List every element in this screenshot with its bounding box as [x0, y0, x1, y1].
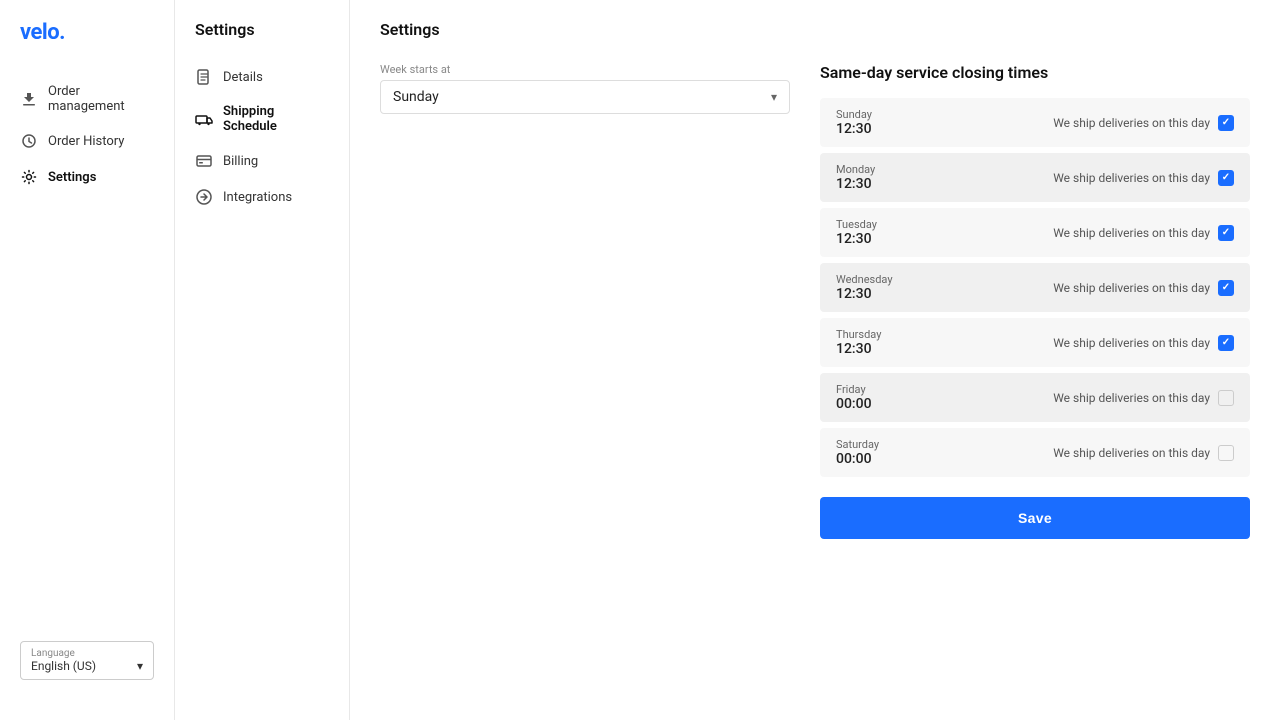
ship-day-checkbox[interactable]	[1218, 115, 1234, 131]
checkbox-label: We ship deliveries on this day	[1053, 171, 1210, 185]
language-selector[interactable]: Language English (US) ▾	[20, 641, 154, 680]
day-time: 12:30	[836, 286, 916, 302]
gear-icon	[20, 168, 38, 186]
ship-day-checkbox[interactable]	[1218, 225, 1234, 241]
sidebar-nav: Order management Order History	[0, 75, 174, 195]
checkbox-wrap: We ship deliveries on this day	[1053, 445, 1234, 461]
truck-icon	[195, 110, 213, 128]
file-icon	[195, 68, 213, 86]
card-icon	[195, 152, 213, 170]
settings-nav-billing-label: Billing	[223, 154, 258, 169]
ship-day-checkbox[interactable]	[1218, 445, 1234, 461]
day-time: 00:00	[836, 451, 916, 467]
day-name: Monday	[836, 163, 916, 176]
schedule-list: Sunday12:30We ship deliveries on this da…	[820, 98, 1250, 477]
day-name: Saturday	[836, 438, 916, 451]
checkbox-wrap: We ship deliveries on this day	[1053, 335, 1234, 351]
day-info: Monday12:30	[836, 163, 916, 192]
settings-nav-item-integrations[interactable]: Integrations	[175, 179, 349, 215]
day-time: 00:00	[836, 396, 916, 412]
sidebar-item-order-history-label: Order History	[48, 134, 124, 149]
settings-nav-item-shipping-schedule[interactable]: Shipping Schedule	[175, 95, 349, 143]
checkbox-wrap: We ship deliveries on this day	[1053, 280, 1234, 296]
ship-day-checkbox[interactable]	[1218, 390, 1234, 406]
schedule-row: Wednesday12:30 We ship deliveries on this…	[820, 263, 1250, 312]
schedule-row: Sunday12:30 We ship deliveries on this da…	[820, 98, 1250, 147]
day-info: Friday00:00	[836, 383, 916, 412]
sidebar-item-settings[interactable]: Settings	[0, 159, 174, 195]
settings-nav-shipping-label: Shipping Schedule	[223, 104, 329, 134]
download-icon	[20, 90, 38, 108]
dropdown-arrow-icon: ▾	[771, 90, 777, 104]
sidebar-footer: Language English (US) ▾	[0, 621, 174, 700]
ship-day-checkbox[interactable]	[1218, 280, 1234, 296]
ship-day-checkbox[interactable]	[1218, 335, 1234, 351]
checkbox-label: We ship deliveries on this day	[1053, 116, 1210, 130]
language-label: Language	[31, 648, 143, 659]
settings-nav-details-label: Details	[223, 70, 263, 85]
schedule-row: Tuesday12:30 We ship deliveries on this d…	[820, 208, 1250, 257]
history-icon	[20, 132, 38, 150]
day-time: 12:30	[836, 176, 916, 192]
day-info: Wednesday12:30	[836, 273, 916, 302]
day-time: 12:30	[836, 231, 916, 247]
checkbox-wrap: We ship deliveries on this day	[1053, 225, 1234, 241]
week-starts-label: Week starts at	[380, 63, 790, 76]
checkbox-wrap: We ship deliveries on this day	[1053, 170, 1234, 186]
chevron-down-icon: ▾	[137, 659, 143, 673]
sidebar-item-order-history[interactable]: Order History	[0, 123, 174, 159]
settings-nav-integrations-label: Integrations	[223, 190, 292, 205]
save-button[interactable]: Save	[820, 497, 1250, 539]
day-name: Tuesday	[836, 218, 916, 231]
sidebar-item-order-management[interactable]: Order management	[0, 75, 174, 123]
day-info: Saturday00:00	[836, 438, 916, 467]
ship-day-checkbox[interactable]	[1218, 170, 1234, 186]
app-logo: velo.	[20, 20, 154, 45]
language-value: English (US) ▾	[31, 659, 143, 673]
day-name: Thursday	[836, 328, 916, 341]
day-time: 12:30	[836, 341, 916, 357]
day-time: 12:30	[836, 121, 916, 137]
day-name: Sunday	[836, 108, 916, 121]
sidebar-item-settings-label: Settings	[48, 170, 96, 185]
circle-arrow-icon	[195, 188, 213, 206]
checkbox-label: We ship deliveries on this day	[1053, 281, 1210, 295]
settings-nav-item-details[interactable]: Details	[175, 59, 349, 95]
day-info: Tuesday12:30	[836, 218, 916, 247]
sidebar-item-order-management-label: Order management	[48, 84, 154, 114]
checkbox-label: We ship deliveries on this day	[1053, 336, 1210, 350]
day-info: Thursday12:30	[836, 328, 916, 357]
checkbox-wrap: We ship deliveries on this day	[1053, 390, 1234, 406]
checkbox-label: We ship deliveries on this day	[1053, 446, 1210, 460]
day-name: Wednesday	[836, 273, 916, 286]
checkbox-wrap: We ship deliveries on this day	[1053, 115, 1234, 131]
schedule-row: Monday12:30 We ship deliveries on this da…	[820, 153, 1250, 202]
day-name: Friday	[836, 383, 916, 396]
checkbox-label: We ship deliveries on this day	[1053, 226, 1210, 240]
schedule-row: Thursday12:30 We ship deliveries on this …	[820, 318, 1250, 367]
week-starts-value: Sunday	[393, 89, 439, 105]
same-day-title: Same-day service closing times	[820, 63, 1250, 82]
week-starts-section: Week starts at Sunday ▾	[380, 63, 790, 114]
day-info: Sunday12:30	[836, 108, 916, 137]
week-starts-dropdown[interactable]: Sunday ▾	[380, 80, 790, 114]
schedule-row: Saturday00:00 We ship deliveries on this …	[820, 428, 1250, 477]
settings-nav-item-billing[interactable]: Billing	[175, 143, 349, 179]
page-title: Settings	[380, 20, 1250, 39]
checkbox-label: We ship deliveries on this day	[1053, 391, 1210, 405]
settings-nav-title: Settings	[175, 20, 349, 59]
schedule-row: Friday00:00 We ship deliveries on this da…	[820, 373, 1250, 422]
